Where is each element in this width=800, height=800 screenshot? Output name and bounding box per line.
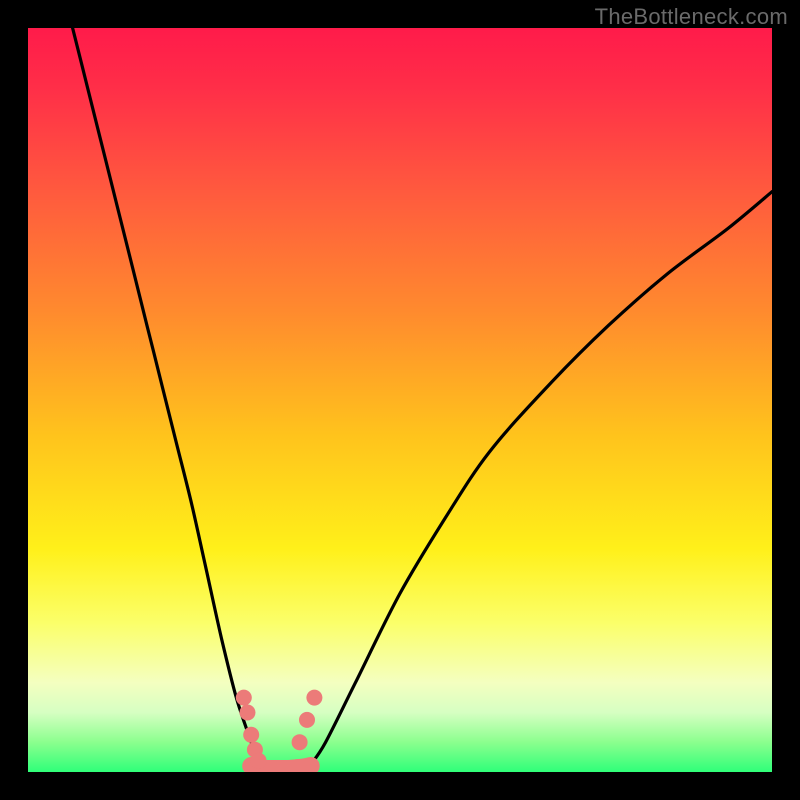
bottom-markers-right-dot bbox=[292, 734, 308, 750]
chart-frame: TheBottleneck.com bbox=[0, 0, 800, 800]
bottom-markers-left-dot bbox=[236, 690, 252, 706]
bottom-markers-right-dot bbox=[299, 712, 315, 728]
right-curve bbox=[311, 192, 772, 765]
bottom-markers-right-dot bbox=[306, 690, 322, 706]
bottom-markers-left-dot bbox=[243, 727, 259, 743]
plot-area bbox=[28, 28, 772, 772]
bottom-markers-left-dot bbox=[240, 705, 256, 721]
markers-group bbox=[236, 690, 323, 769]
watermark-text: TheBottleneck.com bbox=[595, 4, 788, 30]
bottom-markers-left-dot bbox=[251, 753, 267, 769]
curve-layer bbox=[28, 28, 772, 772]
left-curve bbox=[73, 28, 259, 765]
curves-group bbox=[73, 28, 772, 765]
